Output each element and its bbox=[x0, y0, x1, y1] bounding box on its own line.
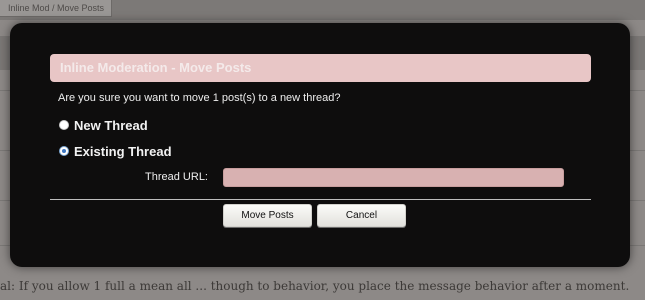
move-posts-button[interactable]: Move Posts bbox=[223, 204, 312, 227]
background-tab-bar: Inline Mod / Move Posts bbox=[0, 0, 645, 20]
inline-moderation-dialog: Inline Moderation - Move Posts Are you s… bbox=[10, 23, 630, 267]
dialog-divider bbox=[50, 199, 591, 200]
option-new-thread[interactable]: New Thread bbox=[59, 117, 148, 133]
dialog-title: Inline Moderation - Move Posts bbox=[50, 54, 591, 82]
background-footer-text: al: If you allow 1 full a mean all ... t… bbox=[0, 279, 630, 293]
option-existing-thread[interactable]: Existing Thread bbox=[59, 143, 172, 159]
cancel-button[interactable]: Cancel bbox=[317, 204, 406, 227]
confirmation-question: Are you sure you want to move 1 post(s) … bbox=[58, 92, 341, 104]
thread-url-input[interactable] bbox=[223, 168, 564, 187]
option-label-new-thread: New Thread bbox=[74, 117, 148, 133]
radio-new-thread[interactable] bbox=[59, 120, 69, 130]
thread-url-label: Thread URL: bbox=[145, 171, 208, 183]
background-tab: Inline Mod / Move Posts bbox=[0, 0, 112, 17]
radio-existing-thread[interactable] bbox=[59, 146, 69, 156]
option-label-existing-thread: Existing Thread bbox=[74, 143, 172, 159]
